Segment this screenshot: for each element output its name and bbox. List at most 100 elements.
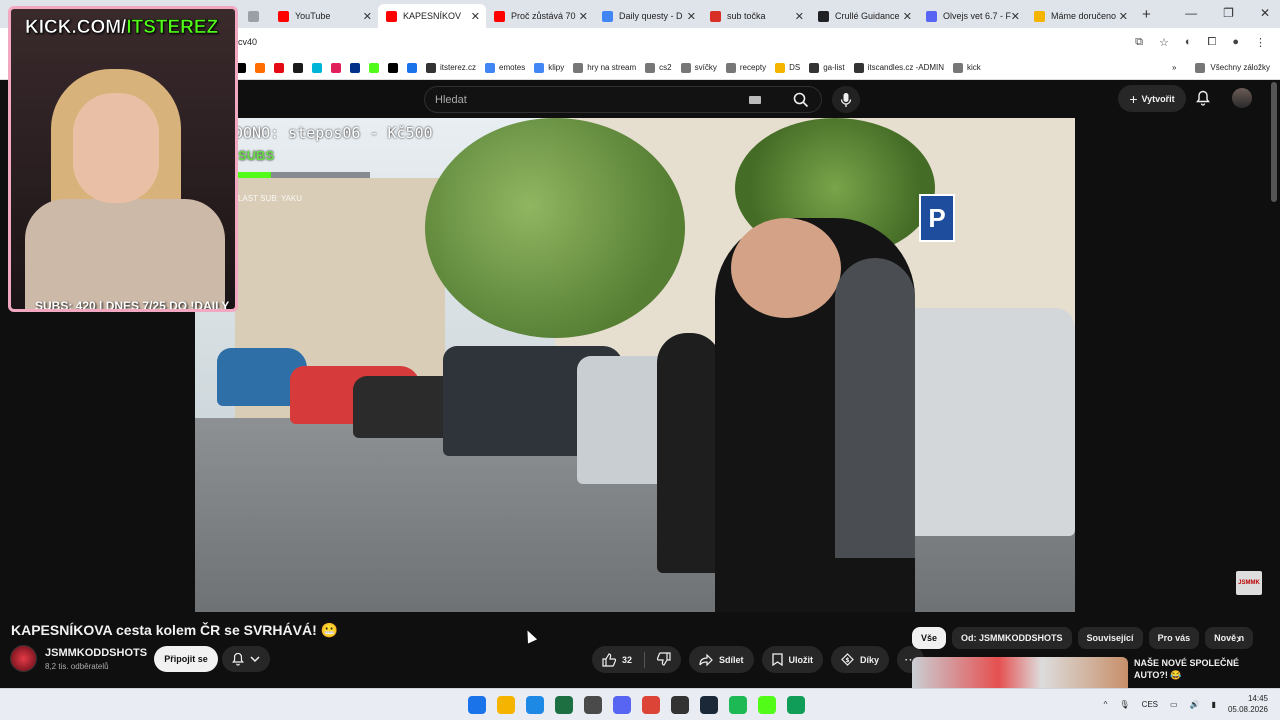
install-app-icon[interactable]: ⧉ <box>1135 36 1143 49</box>
bookmark-item[interactable]: emotes <box>485 62 525 73</box>
kick-icon[interactable] <box>758 696 776 714</box>
minecraft-icon[interactable] <box>584 696 602 714</box>
all-bookmarks-button[interactable]: Všechny záložky <box>1210 63 1270 72</box>
browser-menu-icon[interactable]: ⋮ <box>1255 36 1266 49</box>
clock[interactable]: 14:45 05.08.2026 <box>1228 693 1268 715</box>
bookmark-item[interactable] <box>388 62 398 73</box>
browser-tab[interactable]: Daily questy - D ✕ <box>594 4 702 28</box>
recommended-video-title[interactable]: NAŠE NOVÉ SPOLEČNÉ AUTO?! 😂 <box>1134 657 1264 681</box>
share-button[interactable]: Sdílet <box>689 646 754 673</box>
channel-watermark[interactable]: JSMMK <box>1236 571 1262 595</box>
tab-close-icon[interactable]: ✕ <box>1011 10 1020 23</box>
bookmarks-overflow-button[interactable]: » <box>1172 63 1176 72</box>
drive-icon[interactable] <box>787 696 805 714</box>
keyboard-icon[interactable] <box>749 95 761 104</box>
filter-chip[interactable]: Pro vás <box>1148 627 1200 649</box>
excel-icon[interactable] <box>555 696 573 714</box>
network-icon[interactable]: ▭ <box>1170 700 1178 709</box>
create-button[interactable]: + Vytvořit <box>1118 85 1186 112</box>
bookmark-item[interactable] <box>312 62 322 73</box>
bookmark-item[interactable] <box>331 62 341 73</box>
bookmark-icon <box>388 62 398 73</box>
bookmark-item[interactable]: klipy <box>534 62 564 73</box>
tab-close-icon[interactable]: ✕ <box>363 10 372 23</box>
browser-tab[interactable]: Proč zůstává 70 ✕ <box>486 4 594 28</box>
browser-tab[interactable]: Olvejs vet 6.7 - F ✕ <box>918 4 1026 28</box>
tab-close-icon[interactable]: ✕ <box>903 10 912 23</box>
bookmark-star-icon[interactable]: ☆ <box>1159 36 1169 49</box>
filter-chip[interactable]: Nově n <box>1205 627 1254 649</box>
profile-avatar-icon[interactable]: ● <box>1232 36 1239 48</box>
filter-chip[interactable]: Od: JSMMKODDSHOTS <box>952 627 1072 649</box>
obs-icon[interactable] <box>671 696 689 714</box>
bookmark-item[interactable] <box>293 62 303 73</box>
search-input[interactable]: Hledat <box>425 94 749 106</box>
extensions-puzzle-icon[interactable]: ⧠ <box>1208 36 1217 49</box>
bookmark-item[interactable] <box>369 62 379 73</box>
chevron-right-icon[interactable]: › <box>1236 630 1241 646</box>
tab-close-icon[interactable]: ✕ <box>1119 10 1128 23</box>
account-avatar[interactable] <box>1232 88 1252 108</box>
browser-tab[interactable]: Máme doručeno ✕ <box>1026 4 1134 28</box>
language-indicator[interactable]: CES <box>1142 700 1158 709</box>
minimize-button[interactable]: — <box>1185 6 1197 20</box>
bookmark-item[interactable]: kick <box>953 62 981 73</box>
bookmark-item[interactable] <box>274 62 284 73</box>
spotify-icon[interactable] <box>729 696 747 714</box>
tray-expand-icon[interactable]: ^ <box>1104 700 1108 709</box>
bookmark-icon <box>407 62 417 73</box>
recommended-video-thumbnail[interactable] <box>912 657 1128 688</box>
page-scrollbar[interactable] <box>1271 82 1277 202</box>
bookmark-item[interactable] <box>350 62 360 73</box>
new-tab-button[interactable]: + <box>1142 6 1151 23</box>
bookmark-item[interactable] <box>407 62 417 73</box>
browser-tab[interactable] <box>240 4 270 28</box>
steam-icon[interactable] <box>700 696 718 714</box>
subscription-bell-button[interactable] <box>222 646 270 672</box>
dislike-button[interactable] <box>656 651 671 668</box>
bookmark-item[interactable]: itsterez.cz <box>426 62 476 73</box>
bookmark-item[interactable]: recepty <box>725 62 766 73</box>
channel-avatar[interactable] <box>10 645 37 672</box>
chrome-icon[interactable] <box>642 696 660 714</box>
tab-close-icon[interactable]: ✕ <box>687 10 696 23</box>
tab-close-icon[interactable]: ✕ <box>579 10 588 23</box>
thanks-button[interactable]: $ Díky <box>831 646 890 673</box>
extension-icon[interactable]: ◐ <box>1185 36 1192 48</box>
battery-icon[interactable]: ▮ <box>1212 700 1216 709</box>
bookmark-item[interactable]: hry na stream <box>573 62 636 73</box>
restore-button[interactable]: ❐ <box>1223 6 1234 20</box>
browser-tab[interactable]: YouTube ✕ <box>270 4 378 28</box>
save-button[interactable]: Uložit <box>761 646 824 673</box>
donation-overlay: DONO: stepos06 - Kč500 <box>234 124 433 142</box>
filter-chip[interactable]: Související <box>1077 627 1143 649</box>
close-window-button[interactable]: ✕ <box>1260 6 1270 20</box>
bookmark-item[interactable]: itscandles.cz -ADMIN <box>853 62 944 73</box>
bookmark-item[interactable] <box>255 62 265 73</box>
tab-close-icon[interactable]: ✕ <box>471 10 480 23</box>
browser-tab[interactable]: KAPESNÍKOV ✕ <box>378 4 486 28</box>
filter-chip[interactable]: Vše <box>912 627 947 649</box>
file-explorer-icon[interactable] <box>497 696 515 714</box>
bookmark-item[interactable]: ga-list <box>809 62 845 73</box>
notifications-button[interactable] <box>1196 90 1210 111</box>
app-c-icon[interactable] <box>526 696 544 714</box>
discord-icon[interactable] <box>613 696 631 714</box>
bookmark-item[interactable]: cs2 <box>645 62 672 73</box>
url-field[interactable]: cv40 <box>238 37 257 47</box>
search-box[interactable]: Hledat <box>424 86 822 113</box>
bookmark-item[interactable]: DS <box>775 62 800 73</box>
channel-name[interactable]: JSMMKODDSHOTS <box>45 647 147 659</box>
browser-tab[interactable]: sub točka ✕ <box>702 4 810 28</box>
like-button[interactable]: 32 <box>602 652 632 667</box>
tab-close-icon[interactable]: ✕ <box>795 10 804 23</box>
volume-icon[interactable]: 🔊 <box>1190 700 1200 709</box>
join-button[interactable]: Připojit se <box>154 646 218 672</box>
tray-mic-icon[interactable]: 🎙 <box>1119 700 1129 709</box>
voice-search-button[interactable] <box>832 86 860 113</box>
browser-tab[interactable]: Crullé Guidance ✕ <box>810 4 918 28</box>
search-button[interactable] <box>781 87 821 112</box>
video-player[interactable]: P <box>195 118 1075 612</box>
windows-start-icon[interactable] <box>468 696 486 714</box>
bookmark-item[interactable]: svíčky <box>680 62 717 73</box>
